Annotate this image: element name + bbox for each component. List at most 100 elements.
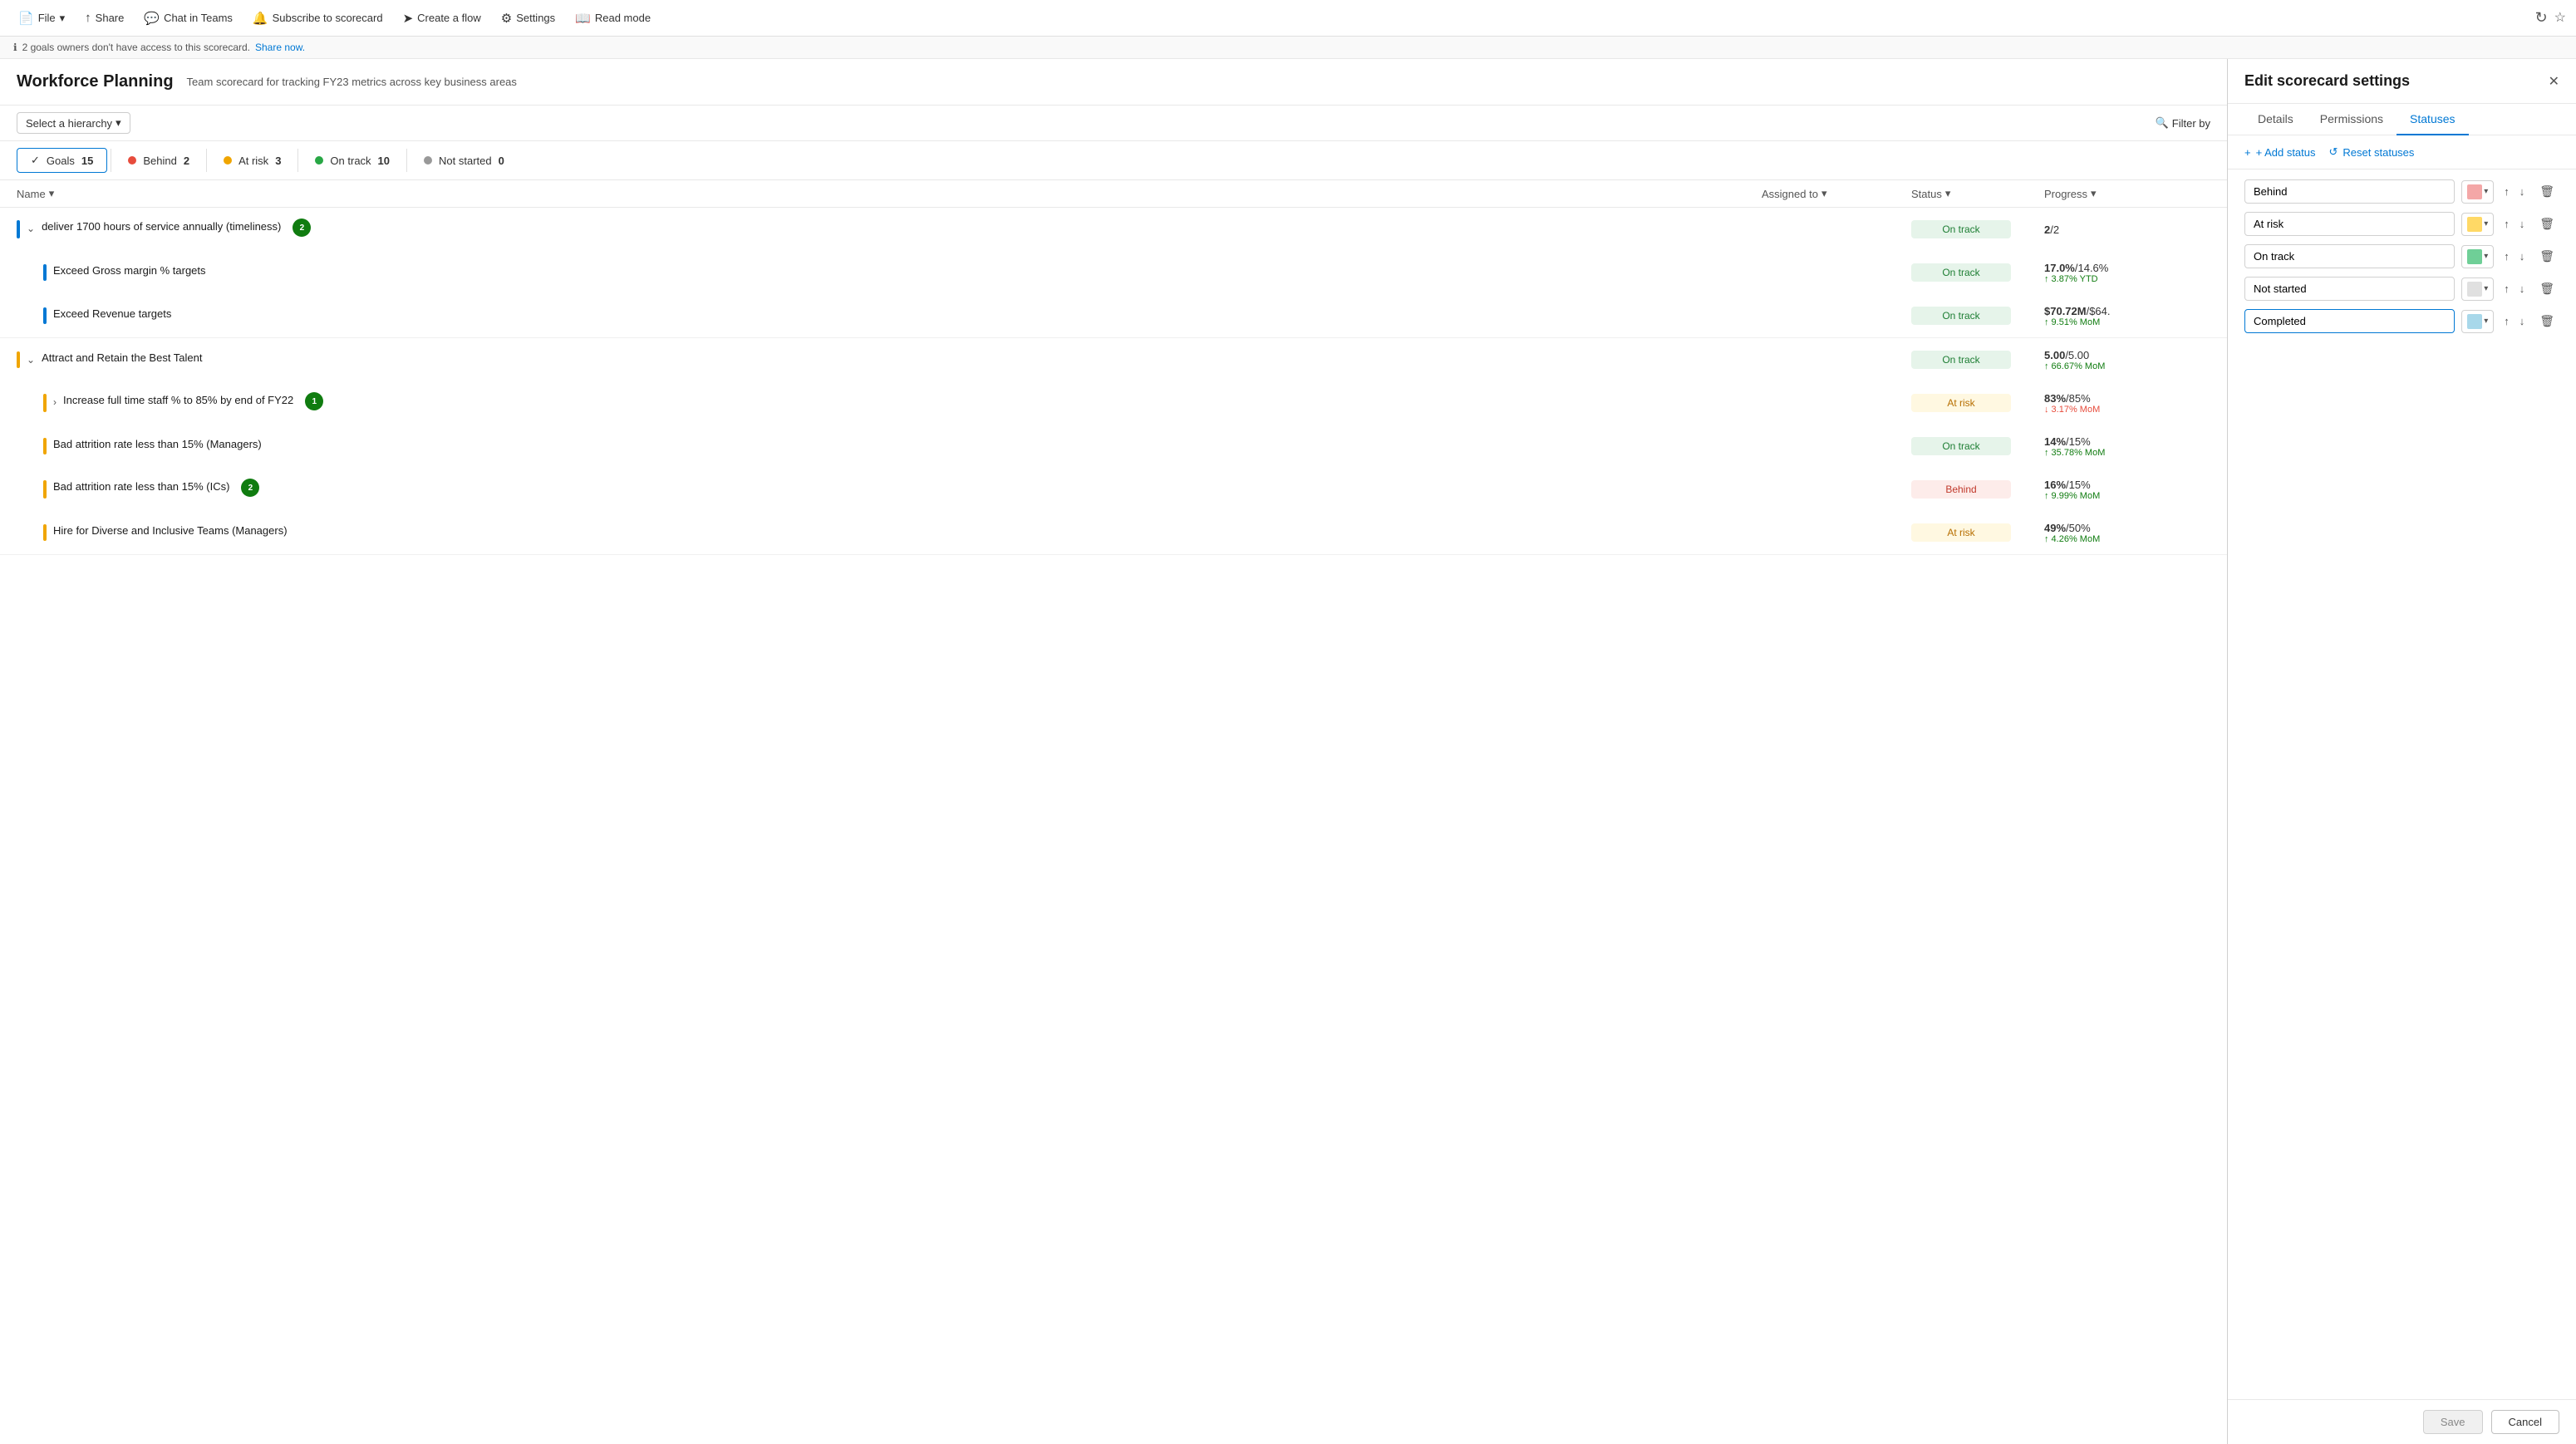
subscribe-scorecard-button[interactable]: 🔔 Subscribe to scorecard bbox=[244, 7, 391, 30]
status-name-input-completed[interactable] bbox=[2244, 309, 2455, 333]
stat-behind[interactable]: Behind 2 bbox=[115, 150, 203, 172]
behind-dot-icon bbox=[128, 156, 136, 165]
checkmark-icon: ✓ bbox=[31, 154, 40, 167]
status-name-input-behind[interactable] bbox=[2244, 179, 2455, 204]
table-row[interactable]: Bad attrition rate less than 15% (ICs) 2… bbox=[0, 468, 2227, 511]
delete-notstarted-button[interactable]: 🗑 bbox=[2534, 280, 2559, 297]
expand-goal-1-button[interactable]: ⌄ bbox=[27, 223, 35, 234]
move-down-ontrack-button[interactable]: ↓ bbox=[2516, 248, 2529, 264]
main-container: Workforce Planning Team scorecard for tr… bbox=[0, 59, 2576, 1444]
sub-goal-name-cell-1-2: Exceed Revenue targets bbox=[43, 307, 1762, 324]
col-status-header[interactable]: Status ▾ bbox=[1911, 187, 2044, 200]
edit-scorecard-panel: Edit scorecard settings ✕ Details Permis… bbox=[2227, 59, 2576, 1444]
color-picker-ontrack[interactable]: ▾ bbox=[2461, 245, 2494, 268]
table-row[interactable]: ⌄ Attract and Retain the Best Talent On … bbox=[0, 338, 2227, 381]
add-status-button[interactable]: + + Add status bbox=[2244, 145, 2316, 159]
delete-atrisk-button[interactable]: 🗑 bbox=[2534, 215, 2559, 233]
sub-bar-orange-2-1 bbox=[43, 394, 47, 412]
comment-badge-2-1[interactable]: 1 bbox=[305, 392, 323, 410]
status-badge: On track bbox=[1911, 263, 2011, 282]
order-buttons-notstarted: ↑ ↓ bbox=[2500, 281, 2528, 297]
move-up-ontrack-button[interactable]: ↑ bbox=[2500, 248, 2513, 264]
table-row[interactable]: › Increase full time staff % to 85% by e… bbox=[0, 381, 2227, 425]
share-button[interactable]: ↑ Share bbox=[76, 7, 132, 29]
table-row[interactable]: Hire for Diverse and Inclusive Teams (Ma… bbox=[0, 511, 2227, 554]
goal-name-cell-2: ⌄ Attract and Retain the Best Talent bbox=[17, 351, 1762, 368]
notstarted-dot-icon bbox=[424, 156, 432, 165]
color-picker-completed[interactable]: ▾ bbox=[2461, 310, 2494, 333]
delete-behind-button[interactable]: 🗑 bbox=[2534, 183, 2559, 200]
stat-notstarted[interactable]: Not started 0 bbox=[410, 150, 518, 172]
filter-by-button[interactable]: 🔍 Filter by bbox=[2156, 116, 2210, 130]
star-icon[interactable]: ☆ bbox=[2554, 9, 2566, 27]
status-cell-2-2: On track bbox=[1911, 437, 2044, 455]
color-picker-notstarted[interactable]: ▾ bbox=[2461, 278, 2494, 301]
expand-subgoal-2-1-button[interactable]: › bbox=[53, 396, 57, 408]
file-button[interactable]: 📄 File ▾ bbox=[10, 7, 73, 30]
col-name-header[interactable]: Name ▾ bbox=[17, 187, 1762, 200]
table-row[interactable]: ⌄ deliver 1700 hours of service annually… bbox=[0, 208, 2227, 251]
stats-divider-3 bbox=[297, 149, 298, 172]
status-item-atrisk: ▾ ↑ ↓ 🗑 bbox=[2244, 212, 2559, 236]
sub-bar-blue-1-2 bbox=[43, 307, 47, 324]
flow-icon: ➤ bbox=[403, 11, 414, 26]
col-assigned-header[interactable]: Assigned to ▾ bbox=[1762, 187, 1911, 200]
status-item-ontrack: ▾ ↑ ↓ 🗑 bbox=[2244, 244, 2559, 268]
comment-badge-2-3[interactable]: 2 bbox=[241, 479, 259, 497]
stat-goals[interactable]: ✓ Goals 15 bbox=[17, 148, 107, 173]
tab-details[interactable]: Details bbox=[2244, 104, 2307, 135]
table-row[interactable]: Bad attrition rate less than 15% (Manage… bbox=[0, 425, 2227, 468]
tab-statuses[interactable]: Statuses bbox=[2397, 104, 2468, 135]
move-down-completed-button[interactable]: ↓ bbox=[2516, 313, 2529, 329]
read-mode-button[interactable]: 📖 Read mode bbox=[567, 7, 659, 30]
delete-ontrack-button[interactable]: 🗑 bbox=[2534, 248, 2559, 265]
order-buttons-completed: ↑ ↓ bbox=[2500, 313, 2528, 329]
sub-goal-name-cell-1-1: Exceed Gross margin % targets bbox=[43, 264, 1762, 281]
chat-in-teams-button[interactable]: 💬 Chat in Teams bbox=[135, 7, 241, 30]
move-up-atrisk-button[interactable]: ↑ bbox=[2500, 216, 2513, 232]
progress-cell-2: 5.00/5.00 ↑ 66.67% MoM bbox=[2044, 349, 2210, 371]
file-icon: 📄 bbox=[18, 11, 34, 26]
create-flow-button[interactable]: ➤ Create a flow bbox=[395, 7, 489, 30]
status-badge: On track bbox=[1911, 307, 2011, 325]
color-picker-atrisk[interactable]: ▾ bbox=[2461, 213, 2494, 236]
name-sort-icon: ▾ bbox=[49, 187, 55, 200]
panel-close-button[interactable]: ✕ bbox=[2549, 73, 2559, 90]
move-down-atrisk-button[interactable]: ↓ bbox=[2516, 216, 2529, 232]
status-sort-icon: ▾ bbox=[1945, 187, 1951, 200]
alert-message: 2 goals owners don't have access to this… bbox=[22, 42, 250, 53]
expand-goal-2-button[interactable]: ⌄ bbox=[27, 354, 35, 366]
move-down-behind-button[interactable]: ↓ bbox=[2516, 184, 2529, 199]
refresh-icon[interactable]: ↻ bbox=[2535, 9, 2548, 27]
status-name-input-atrisk[interactable] bbox=[2244, 212, 2455, 236]
stat-atrisk[interactable]: At risk 3 bbox=[210, 150, 294, 172]
status-name-input-ontrack[interactable] bbox=[2244, 244, 2455, 268]
sub-goal-name-cell-2-1: › Increase full time staff % to 85% by e… bbox=[43, 394, 1762, 412]
cancel-button[interactable]: Cancel bbox=[2491, 1410, 2559, 1434]
table-row[interactable]: Exceed Revenue targets On track $70.72M/… bbox=[0, 294, 2227, 337]
table-row[interactable]: Exceed Gross margin % targets On track 1… bbox=[0, 251, 2227, 294]
select-hierarchy-button[interactable]: Select a hierarchy ▾ bbox=[17, 112, 130, 134]
reset-statuses-button[interactable]: ↺ Reset statuses bbox=[2329, 145, 2415, 159]
status-badge: On track bbox=[1911, 437, 2011, 455]
move-up-completed-button[interactable]: ↑ bbox=[2500, 313, 2513, 329]
settings-button[interactable]: ⚙ Settings bbox=[493, 7, 563, 30]
share-now-link[interactable]: Share now. bbox=[255, 42, 305, 53]
order-buttons-ontrack: ↑ ↓ bbox=[2500, 248, 2528, 264]
status-name-input-notstarted[interactable] bbox=[2244, 277, 2455, 301]
sub-bar-orange-2-4 bbox=[43, 524, 47, 541]
move-up-behind-button[interactable]: ↑ bbox=[2500, 184, 2513, 199]
tab-permissions[interactable]: Permissions bbox=[2307, 104, 2397, 135]
stat-ontrack[interactable]: On track 10 bbox=[302, 150, 403, 172]
comment-badge-1[interactable]: 2 bbox=[293, 219, 311, 237]
status-cell-2-3: Behind bbox=[1911, 480, 2044, 499]
sub-goal-name-cell-2-3: Bad attrition rate less than 15% (ICs) 2 bbox=[43, 480, 1762, 499]
color-picker-behind[interactable]: ▾ bbox=[2461, 180, 2494, 204]
hierarchy-chevron-icon: ▾ bbox=[116, 116, 121, 130]
delete-completed-button[interactable]: 🗑 bbox=[2534, 312, 2559, 330]
move-up-notstarted-button[interactable]: ↑ bbox=[2500, 281, 2513, 297]
panel-actions: + + Add status ↺ Reset statuses bbox=[2228, 135, 2576, 169]
save-button: Save bbox=[2423, 1410, 2483, 1434]
col-progress-header[interactable]: Progress ▾ bbox=[2044, 187, 2210, 200]
move-down-notstarted-button[interactable]: ↓ bbox=[2516, 281, 2529, 297]
